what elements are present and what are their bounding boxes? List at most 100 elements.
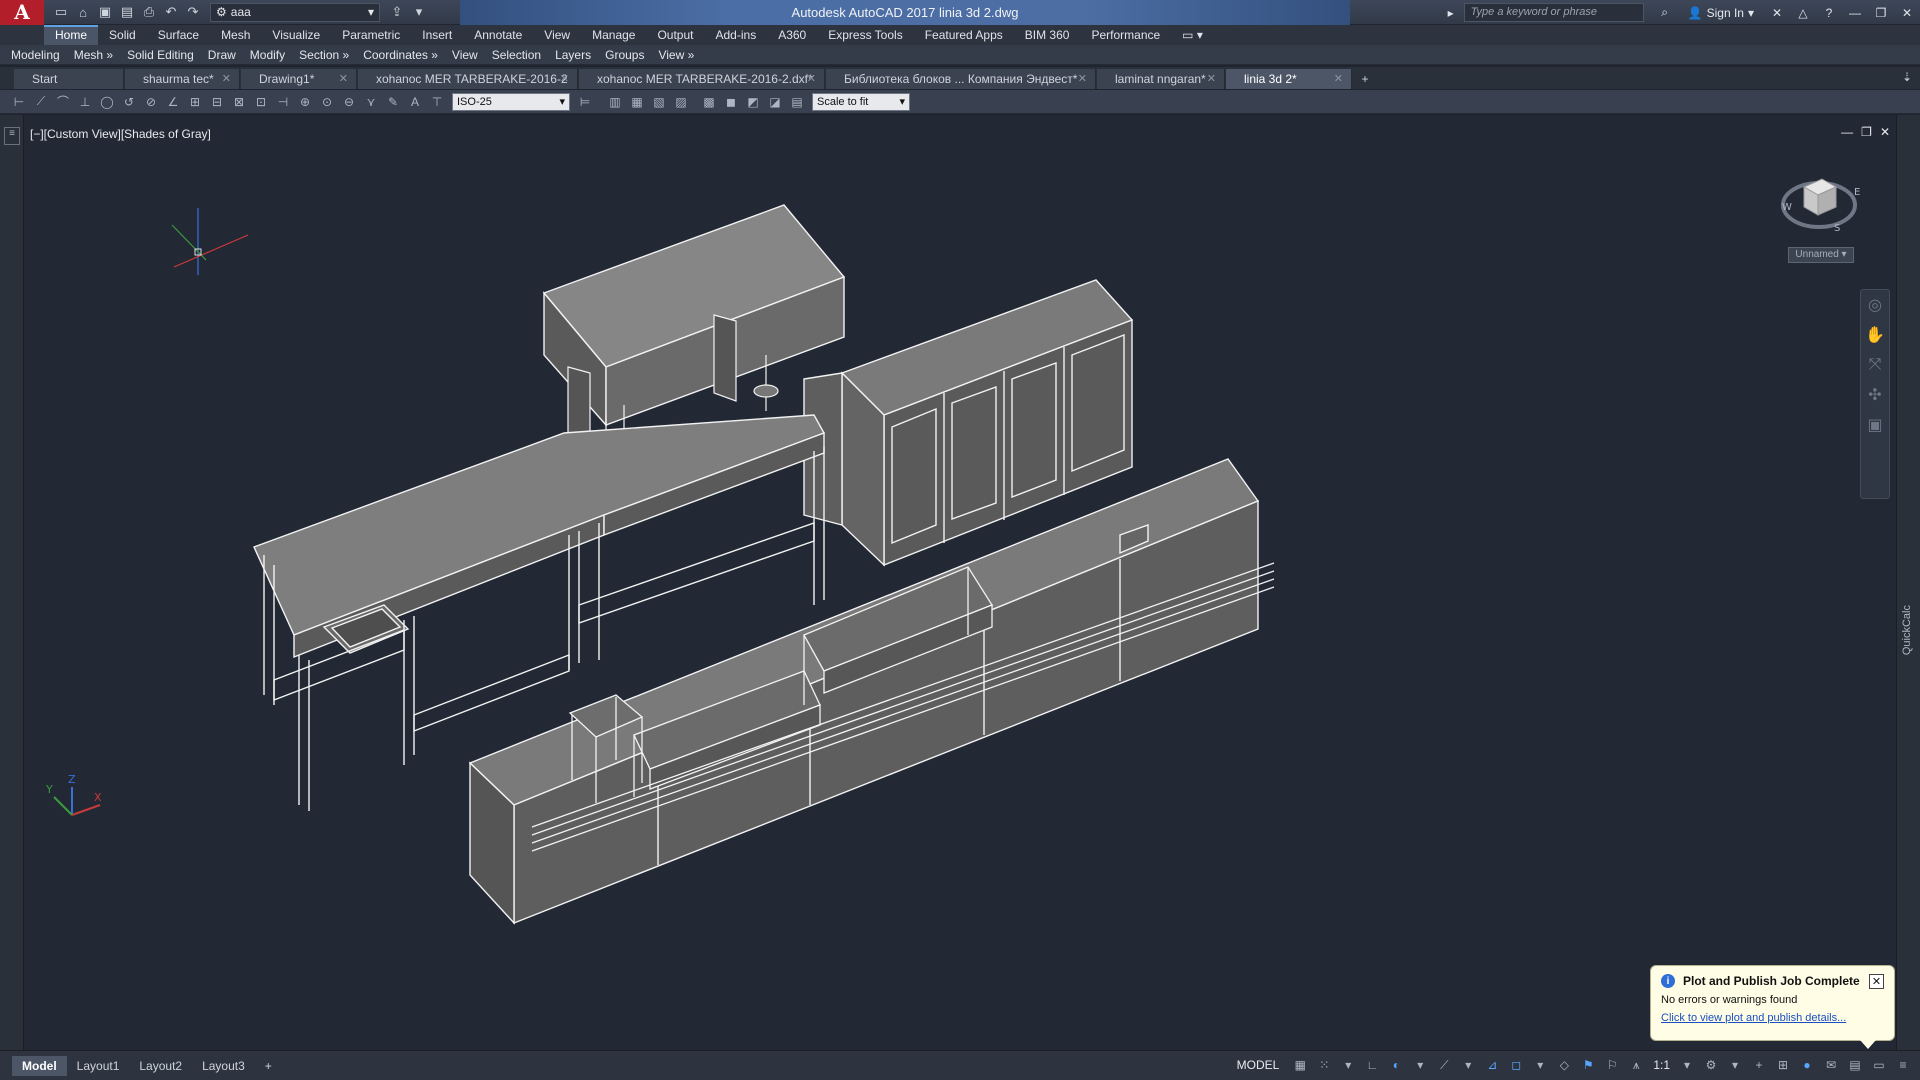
chevron-down-icon[interactable]: ▾ (1337, 1055, 1359, 1075)
viewport-icon[interactable]: ▩ (698, 92, 720, 112)
customization-menu-icon[interactable]: ≡ (1892, 1055, 1914, 1075)
add-layout-icon[interactable]: + (255, 1056, 282, 1076)
dim-angular-icon[interactable]: ∠ (162, 92, 184, 112)
file-tab[interactable]: xohanoc MER TARBERAKE-2016-2.dxf* ✕ (579, 69, 825, 89)
close-tab-icon[interactable]: ✕ (807, 69, 816, 89)
menu-item-modeling[interactable]: Modeling (4, 48, 67, 62)
dim-radius-icon[interactable]: ◯ (96, 92, 118, 112)
new-file-icon[interactable]: ▭ (50, 2, 72, 22)
orbit-icon[interactable]: ✣ (1861, 380, 1889, 410)
ucs-menu[interactable]: Unnamed ▾ (1788, 247, 1854, 263)
menu-item-modify[interactable]: Modify (243, 48, 292, 62)
grid-icon[interactable]: ▦ (1289, 1055, 1311, 1075)
annotation-scale-icon[interactable]: ⩚ (1625, 1055, 1647, 1075)
polar-tracking-icon[interactable]: ◐ (1385, 1055, 1407, 1075)
3d-osnap-icon[interactable]: ◇ (1553, 1055, 1575, 1075)
menu-item-view[interactable]: View (445, 48, 485, 62)
menu-item-view[interactable]: View » (651, 48, 701, 62)
quick-dim-icon[interactable]: ⊞ (184, 92, 206, 112)
ribbon-tab-home[interactable]: Home (44, 25, 99, 45)
ribbon-tab-mesh[interactable]: Mesh (210, 25, 261, 45)
application-menu-button[interactable]: A (0, 0, 44, 25)
file-tab-menu-icon[interactable]: ⇣ (1902, 70, 1912, 84)
ribbon-tab-add-ins[interactable]: Add-ins (705, 25, 768, 45)
close-tab-icon[interactable]: ✕ (339, 69, 348, 89)
dim-text-edit-icon[interactable]: A (404, 92, 426, 112)
jogged-linear-icon[interactable]: ⋎ (360, 92, 382, 112)
undo-icon[interactable]: ↶ (160, 2, 182, 22)
object-snap-icon[interactable]: ◻ (1505, 1055, 1527, 1075)
annotation-visibility-icon[interactable]: ⚑ (1577, 1055, 1599, 1075)
isodraft-icon[interactable]: ⟋ (1433, 1055, 1455, 1075)
annotation-scale-value[interactable]: 1:1 (1649, 1058, 1674, 1072)
annotation-monitor-icon[interactable]: + (1748, 1055, 1770, 1075)
a360-icon[interactable]: △ (1790, 2, 1816, 24)
layer-icon[interactable]: ▥ (604, 92, 626, 112)
dimstyle-manager-icon[interactable]: ⊨ (574, 92, 596, 112)
match-properties-icon[interactable]: ▧ (648, 92, 670, 112)
redo-icon[interactable]: ↷ (182, 2, 204, 22)
dim-continue-icon[interactable]: ⊠ (228, 92, 250, 112)
layout-tab-layout2[interactable]: Layout2 (129, 1056, 192, 1076)
file-tab[interactable]: xohanoc MER TARBERAKE-2016-2 ✕ (358, 69, 578, 89)
ribbon-minimize-icon[interactable]: ▭ ▾ (1171, 25, 1214, 45)
tolerance-icon[interactable]: ⊕ (294, 92, 316, 112)
viewport-scale-select[interactable]: Scale to fit ▾ (812, 92, 910, 111)
notification-close-button[interactable]: ✕ (1869, 974, 1884, 989)
workspace-switch-icon[interactable]: ⚙ (1700, 1055, 1722, 1075)
chevron-down-icon[interactable]: ▾ (1724, 1055, 1746, 1075)
auto-scale-icon[interactable]: ⚐ (1601, 1055, 1623, 1075)
chevron-down-icon[interactable]: ▾ (1409, 1055, 1431, 1075)
qat-customize-icon[interactable]: ▾ (408, 2, 430, 22)
file-tab[interactable]: laminat nngaran* ✕ (1097, 69, 1225, 89)
units-icon[interactable]: ⊞ (1772, 1055, 1794, 1075)
workspace-select[interactable]: ⚙ aaa ▾ (210, 2, 380, 22)
print-icon[interactable]: ⎙ (138, 2, 160, 22)
palette-toggle-icon[interactable]: ≡ (4, 127, 20, 145)
dim-break-icon[interactable]: ⊣ (272, 92, 294, 112)
ribbon-tab-bim-360[interactable]: BIM 360 (1014, 25, 1081, 45)
ribbon-tab-a360[interactable]: A360 (767, 25, 817, 45)
menu-item-coordinates[interactable]: Coordinates » (356, 48, 445, 62)
drawing-viewport[interactable]: [−][Custom View][Shades of Gray] — ❐ ✕ X… (24, 115, 1896, 1050)
zoom-extents-icon[interactable]: ⤧ (1861, 350, 1889, 380)
ortho-icon[interactable]: ∟ (1361, 1055, 1383, 1075)
close-icon[interactable]: ✕ (1894, 2, 1920, 24)
dim-aligned-icon[interactable]: ⟋ (30, 92, 52, 112)
viewport-poly-icon[interactable]: ◼ (720, 92, 742, 112)
new-tab-icon[interactable]: + (1353, 69, 1377, 89)
restore-icon[interactable]: ❐ (1868, 2, 1894, 24)
pan-hand-icon[interactable]: ✋ (1861, 320, 1889, 350)
dim-jogged-icon[interactable]: ↺ (118, 92, 140, 112)
chevron-down-icon[interactable]: ▾ (1529, 1055, 1551, 1075)
ribbon-tab-insert[interactable]: Insert (411, 25, 463, 45)
menu-item-layers[interactable]: Layers (548, 48, 598, 62)
steering-wheel-icon[interactable]: ◎ (1861, 290, 1889, 320)
dim-linear-icon[interactable]: ⊢ (8, 92, 30, 112)
center-mark-icon[interactable]: ⊙ (316, 92, 338, 112)
share-icon[interactable]: ⇪ (386, 2, 408, 22)
save-icon[interactable]: ▣ (94, 2, 116, 22)
menu-item-selection[interactable]: Selection (485, 48, 548, 62)
menu-item-solid-editing[interactable]: Solid Editing (120, 48, 201, 62)
ribbon-tab-view[interactable]: View (533, 25, 581, 45)
ribbon-tab-featured-apps[interactable]: Featured Apps (914, 25, 1014, 45)
layout-tab-model[interactable]: Model (12, 1055, 67, 1076)
close-tab-icon[interactable]: ✕ (222, 69, 231, 89)
save-as-icon[interactable]: ▤ (116, 2, 138, 22)
close-tab-icon[interactable]: ✕ (1207, 69, 1216, 89)
layout-tab-layout3[interactable]: Layout3 (192, 1056, 255, 1076)
dim-diameter-icon[interactable]: ⊘ (140, 92, 162, 112)
binoculars-icon[interactable]: ⌕ (1652, 2, 1678, 24)
file-tab[interactable]: Библиотека блоков ... Компания Эндвест* ✕ (826, 69, 1096, 89)
ribbon-tab-solid[interactable]: Solid (98, 25, 147, 45)
file-tab[interactable]: Start (14, 69, 124, 89)
sign-in-button[interactable]: 👤 Sign In ▾ (1678, 6, 1764, 20)
viewport-lock-icon[interactable]: ▤ (786, 92, 808, 112)
snap-icon[interactable]: ⁙ (1313, 1055, 1335, 1075)
graphics-performance-icon[interactable]: ▤ (1844, 1055, 1866, 1075)
ribbon-tab-annotate[interactable]: Annotate (463, 25, 533, 45)
notification-details-link[interactable]: Click to view plot and publish details..… (1661, 1012, 1884, 1024)
viewport-clip-icon[interactable]: ◩ (742, 92, 764, 112)
chevron-down-icon[interactable]: ▾ (1457, 1055, 1479, 1075)
